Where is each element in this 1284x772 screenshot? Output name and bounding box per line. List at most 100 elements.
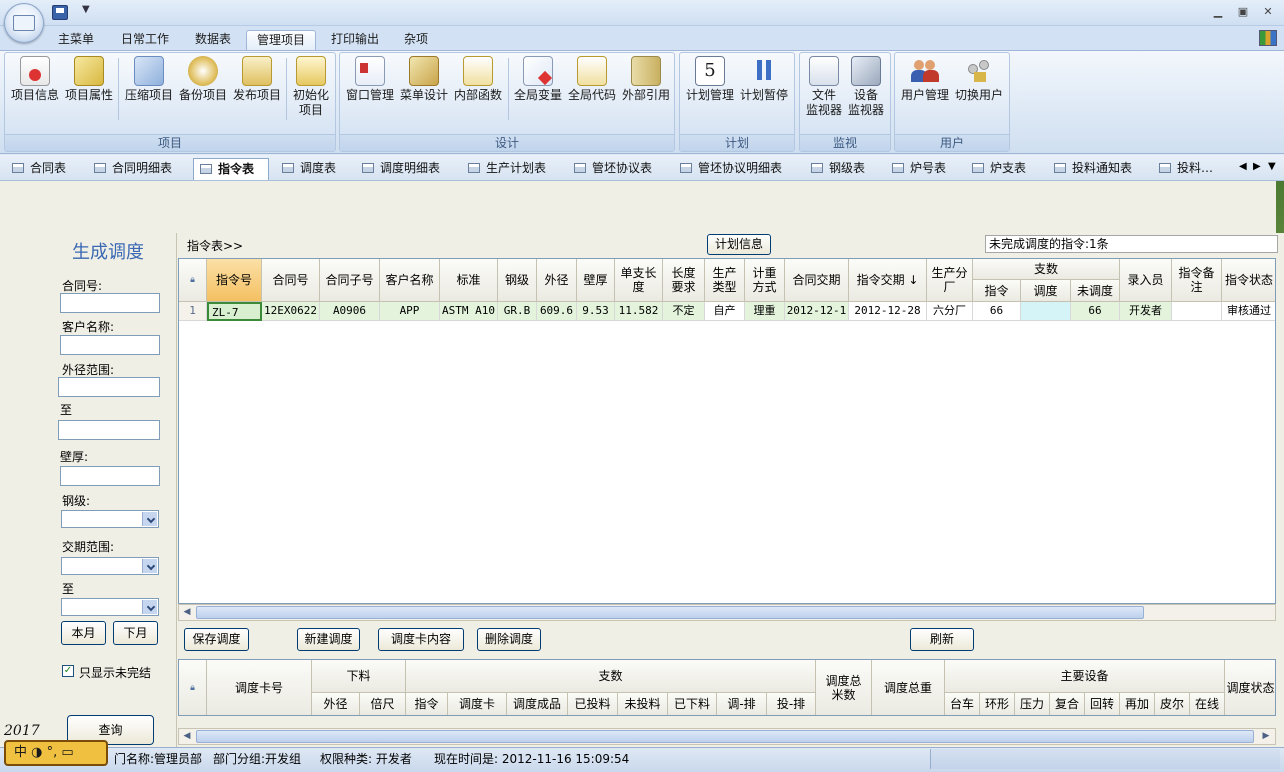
- application-menu-button[interactable]: [4, 3, 44, 43]
- project-props-button[interactable]: 项目属性: [62, 56, 116, 103]
- col-header[interactable]: 调度总米数: [816, 660, 872, 715]
- due-start-select[interactable]: [61, 557, 159, 575]
- col-header[interactable]: 皮尔: [1155, 693, 1190, 715]
- scroll-left-icon[interactable]: ◀: [179, 605, 195, 620]
- due-end-select[interactable]: [61, 598, 159, 616]
- unfinished-only-checkbox[interactable]: ✓: [62, 665, 74, 677]
- next-month-button[interactable]: 下月: [113, 621, 158, 645]
- col-header[interactable]: 调度卡: [448, 693, 507, 715]
- menu-design-button[interactable]: 菜单设计: [397, 56, 451, 103]
- col-header[interactable]: 指令备注: [1172, 259, 1222, 302]
- compress-project-button[interactable]: 压缩项目: [122, 56, 176, 103]
- od-min-input[interactable]: [58, 377, 160, 397]
- file-monitor-button[interactable]: 文件 监视器: [803, 56, 845, 118]
- device-monitor-button[interactable]: 设备 监视器: [845, 56, 887, 118]
- new-dispatch-button[interactable]: 新建调度: [297, 628, 360, 651]
- col-header[interactable]: 台车: [945, 693, 980, 715]
- scroll-thumb[interactable]: [196, 606, 1144, 619]
- table-cell[interactable]: 开发者: [1120, 302, 1172, 321]
- col-header[interactable]: 指令: [406, 693, 448, 715]
- minimize-icon[interactable]: ▁: [1211, 6, 1225, 18]
- row-header-corner[interactable]: 🔒︎: [179, 660, 207, 715]
- col-header[interactable]: 复合: [1050, 693, 1085, 715]
- col-header[interactable]: 压力: [1015, 693, 1050, 715]
- row-header-corner[interactable]: 🔒︎: [179, 259, 207, 302]
- table-cell[interactable]: 六分厂: [927, 302, 973, 321]
- close-icon[interactable]: ✕: [1261, 6, 1275, 18]
- tab-scroll-right-icon[interactable]: ▶: [1253, 161, 1261, 172]
- col-group-header[interactable]: 支数: [406, 660, 816, 693]
- doc-tab-feeding-more[interactable]: 投料…: [1153, 158, 1233, 180]
- global-variable-button[interactable]: 全局变量: [511, 56, 565, 103]
- col-group-header[interactable]: 主要设备: [945, 660, 1225, 693]
- col-header[interactable]: 钢级: [498, 259, 537, 302]
- dispatch-grid[interactable]: 🔒︎ 调度卡号 下料 外径 倍尺 支数 指令 调度卡 调度成品 已投料 未投料 …: [178, 659, 1276, 716]
- delete-dispatch-button[interactable]: 删除调度: [477, 628, 541, 651]
- customer-input[interactable]: [60, 335, 160, 355]
- project-info-button[interactable]: 项目信息: [8, 56, 62, 103]
- tab-data-tables[interactable]: 数据表: [185, 30, 241, 50]
- col-header[interactable]: 调度状态: [1225, 660, 1275, 715]
- table-cell[interactable]: 609.6: [537, 302, 577, 321]
- col-header[interactable]: 已下料: [668, 693, 717, 715]
- this-month-button[interactable]: 本月: [61, 621, 106, 645]
- doc-tab-billet-agreement[interactable]: 管坯协议表: [568, 158, 672, 180]
- publish-project-button[interactable]: 发布项目: [230, 56, 284, 103]
- plan-manage-button[interactable]: 5 计划管理: [683, 56, 737, 103]
- horizontal-scrollbar[interactable]: ◀: [178, 604, 1276, 621]
- table-cell[interactable]: 2012-12-28: [849, 302, 927, 321]
- col-header[interactable]: 投-排: [767, 693, 816, 715]
- col-header[interactable]: 已投料: [568, 693, 618, 715]
- col-header[interactable]: 再加: [1120, 693, 1155, 715]
- scroll-left-icon[interactable]: ◀: [179, 729, 195, 744]
- help-icon[interactable]: [1259, 30, 1277, 46]
- col-group-header[interactable]: 下料: [312, 660, 406, 693]
- table-cell[interactable]: 66: [1071, 302, 1120, 321]
- table-cell[interactable]: 不定: [663, 302, 705, 321]
- global-code-button[interactable]: 全局代码: [565, 56, 619, 103]
- col-header[interactable]: 合同号: [262, 259, 320, 302]
- table-cell[interactable]: [1021, 302, 1071, 321]
- doc-tab-production-plan[interactable]: 生产计划表: [462, 158, 566, 180]
- row-number[interactable]: 1: [179, 302, 207, 321]
- table-cell[interactable]: APP: [380, 302, 440, 321]
- col-header[interactable]: 未调度: [1071, 280, 1120, 302]
- table-cell[interactable]: ASTM A10: [440, 302, 498, 321]
- col-header[interactable]: 壁厚: [577, 259, 615, 302]
- doc-tab-dispatch-detail[interactable]: 调度明细表: [356, 158, 460, 180]
- tab-print-output[interactable]: 打印输出: [321, 30, 389, 50]
- col-header[interactable]: 标准: [440, 259, 498, 302]
- col-header[interactable]: 客户名称: [380, 259, 440, 302]
- col-group-header[interactable]: 支数: [973, 259, 1120, 280]
- col-header[interactable]: 在线: [1190, 693, 1225, 715]
- col-header[interactable]: 合同子号: [320, 259, 380, 302]
- table-cell[interactable]: 理重: [745, 302, 785, 321]
- col-header[interactable]: 合同交期: [785, 259, 849, 302]
- col-header[interactable]: 长度要求: [663, 259, 705, 302]
- col-header[interactable]: 指令状态: [1222, 259, 1275, 302]
- internal-function-button[interactable]: 内部函数: [451, 56, 505, 103]
- horizontal-scrollbar[interactable]: ◀ ▶: [178, 728, 1276, 745]
- scroll-thumb[interactable]: [196, 730, 1254, 743]
- doc-tab-contract-detail[interactable]: 合同明细表: [88, 158, 188, 180]
- table-cell[interactable]: 66: [973, 302, 1021, 321]
- table-cell[interactable]: ZL-7: [207, 302, 262, 321]
- table-cell[interactable]: 12EX0622: [262, 302, 320, 321]
- table-cell[interactable]: 9.53: [577, 302, 615, 321]
- col-header[interactable]: 外径: [537, 259, 577, 302]
- col-header[interactable]: 调度卡号: [207, 660, 312, 715]
- wall-input[interactable]: [60, 466, 160, 486]
- col-header[interactable]: 调度总重: [872, 660, 945, 715]
- col-header[interactable]: 单支长度: [615, 259, 663, 302]
- col-header[interactable]: 倍尺: [360, 693, 406, 715]
- plan-pause-button[interactable]: 计划暂停: [737, 56, 791, 103]
- table-cell[interactable]: 审核通过: [1222, 302, 1275, 321]
- plan-info-button[interactable]: 计划信息: [707, 234, 771, 255]
- doc-tab-steel-grade[interactable]: 钢级表: [805, 158, 885, 180]
- tab-scroll-left-icon[interactable]: ◀: [1239, 161, 1247, 172]
- scroll-right-icon[interactable]: ▶: [1258, 729, 1274, 744]
- tab-list-dropdown-icon[interactable]: ▼: [1268, 161, 1276, 172]
- dispatch-card-button[interactable]: 调度卡内容: [378, 628, 464, 651]
- col-header[interactable]: 回转: [1085, 693, 1120, 715]
- restore-icon[interactable]: ▣: [1236, 6, 1250, 18]
